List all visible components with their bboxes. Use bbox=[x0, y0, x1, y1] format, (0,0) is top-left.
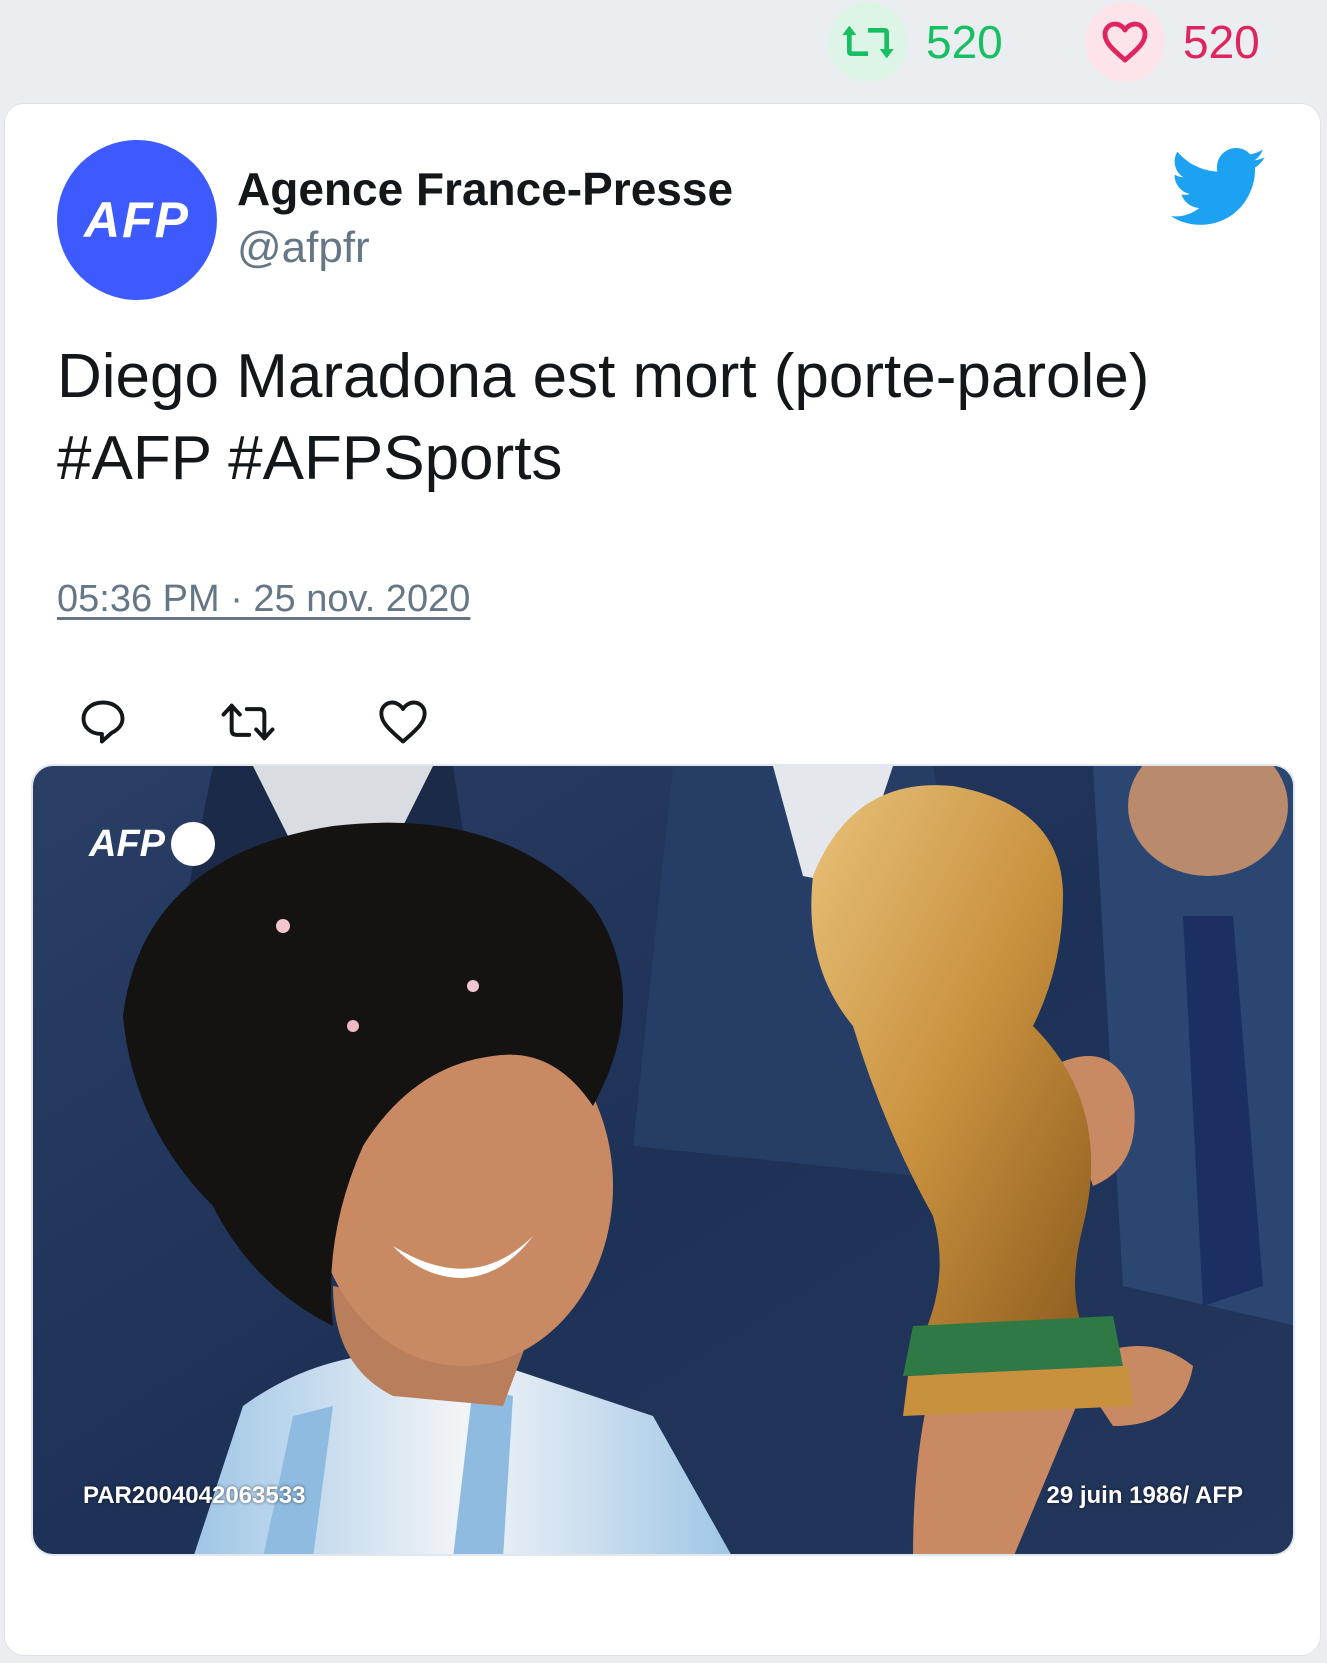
retweet-icon bbox=[221, 703, 275, 741]
reply-button[interactable] bbox=[75, 694, 131, 750]
afp-watermark: AFP bbox=[89, 822, 215, 866]
photo-illustration bbox=[33, 766, 1293, 1554]
retweet-count: 520 bbox=[926, 16, 1003, 68]
like-button[interactable] bbox=[375, 694, 431, 750]
author-handle[interactable]: @afpfr bbox=[237, 223, 370, 273]
photo-id-caption: PAR2004042063533 bbox=[83, 1482, 306, 1509]
retweet-stat[interactable]: 520 bbox=[828, 2, 1003, 82]
like-stat[interactable]: 520 bbox=[1085, 2, 1260, 82]
author-name[interactable]: Agence France-Presse bbox=[237, 162, 733, 216]
tweet-text-line-1: Diego Maradona est mort (porte-parole) bbox=[57, 342, 1150, 411]
tweet-timestamp-link[interactable]: 05:36 PM · 25 nov. 2020 bbox=[57, 578, 470, 621]
photo-credit-caption: 29 juin 1986/ AFP bbox=[1046, 1482, 1243, 1509]
tweet-card: AFP Agence France-Presse @afpfr Diego Ma… bbox=[4, 103, 1321, 1656]
tweet-text: Diego Maradona est mort (porte-parole) #… bbox=[57, 336, 1287, 500]
reply-icon bbox=[81, 700, 125, 744]
tweet-media-photo[interactable]: AFP PAR2004042063533 29 juin 1986/ AFP bbox=[31, 764, 1295, 1556]
retweet-button[interactable] bbox=[220, 694, 276, 750]
afp-watermark-text: AFP bbox=[89, 822, 165, 865]
avatar[interactable]: AFP bbox=[57, 140, 217, 300]
heart-icon bbox=[379, 700, 427, 744]
engagement-stats-bar: 520 520 bbox=[0, 0, 1327, 100]
retweet-icon bbox=[842, 25, 894, 59]
heart-icon bbox=[1102, 21, 1148, 63]
twitter-bird-icon[interactable] bbox=[1171, 148, 1267, 228]
afp-watermark-dot bbox=[171, 822, 215, 866]
like-count: 520 bbox=[1183, 16, 1260, 68]
retweet-stat-bubble bbox=[828, 2, 908, 82]
like-stat-bubble bbox=[1085, 2, 1165, 82]
avatar-text: AFP bbox=[84, 192, 190, 248]
tweet-hashtags[interactable]: #AFP #AFPSports bbox=[57, 418, 1287, 500]
